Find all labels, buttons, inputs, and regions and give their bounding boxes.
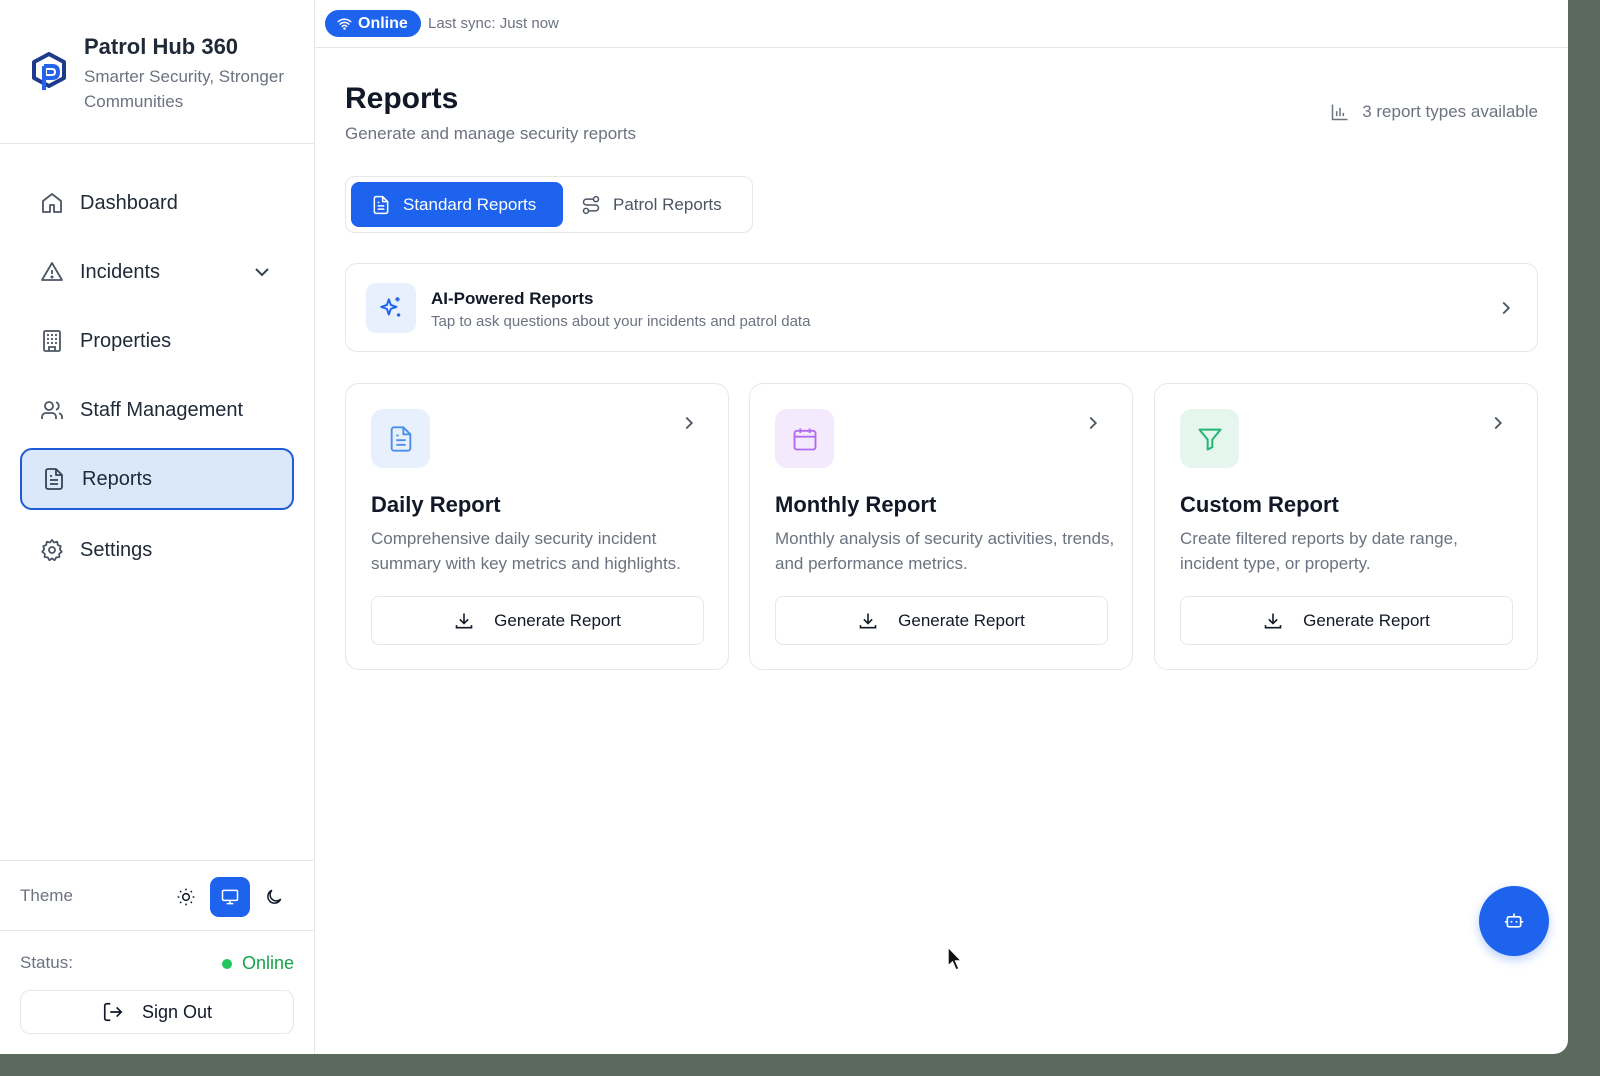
generate-monthly-report-button[interactable]: Generate Report <box>775 596 1108 645</box>
sidebar: Patrol Hub 360 Smarter Security, Stronge… <box>0 0 315 1054</box>
daily-report-card[interactable]: Daily Report Comprehensive daily securit… <box>345 383 729 670</box>
download-icon <box>455 613 473 628</box>
generate-button-label: Generate Report <box>494 610 621 630</box>
file-text-icon <box>42 467 66 491</box>
calendar-icon <box>775 409 834 468</box>
top-bar: Online Last sync: Just now <box>315 0 1568 48</box>
sidebar-item-dashboard[interactable]: Dashboard <box>20 172 294 234</box>
ai-card-subtitle: Tap to ask questions about your incident… <box>431 313 811 330</box>
last-sync-text: Last sync: Just now <box>428 15 559 32</box>
file-text-icon <box>371 409 430 468</box>
home-icon <box>40 191 64 215</box>
sidebar-item-incidents[interactable]: Incidents <box>20 241 294 303</box>
assistant-fab-button[interactable] <box>1479 886 1549 956</box>
card-title: Custom Report <box>1180 492 1339 517</box>
card-title: Monthly Report <box>775 492 937 517</box>
main-content: Reports Generate and manage security rep… <box>315 48 1568 1054</box>
ai-powered-reports-card[interactable]: AI-Powered Reports Tap to ask questions … <box>345 263 1538 352</box>
tab-label: Standard Reports <box>403 194 537 214</box>
download-icon <box>1264 613 1282 628</box>
generate-daily-report-button[interactable]: Generate Report <box>371 596 704 645</box>
generate-button-label: Generate Report <box>1303 610 1430 630</box>
moon-icon <box>267 889 282 904</box>
status-text: Online <box>241 953 294 973</box>
route-icon <box>582 195 600 214</box>
sun-icon <box>177 888 195 906</box>
status-dot <box>221 958 232 969</box>
chevron-right-icon <box>1494 416 1503 430</box>
report-types-count: 3 report types available <box>1330 102 1538 122</box>
bar-chart-icon <box>1331 104 1348 121</box>
custom-report-card[interactable]: Custom Report Create filtered reports by… <box>1154 383 1538 670</box>
users-icon <box>40 398 64 422</box>
sparkles-icon <box>366 283 416 333</box>
log-out-icon <box>103 1002 123 1022</box>
sidebar-item-reports[interactable]: Reports <box>20 448 294 510</box>
page-subtitle: Generate and manage security reports <box>345 124 637 143</box>
app-subtitle: Smarter Security, Stronger Communities <box>84 67 284 111</box>
wifi-icon <box>337 18 352 30</box>
file-text-icon <box>373 195 389 214</box>
card-title: Daily Report <box>371 492 501 517</box>
logo-icon <box>32 52 66 90</box>
theme-dark-button[interactable] <box>254 877 294 917</box>
filter-icon <box>1180 409 1239 468</box>
report-tabs: Standard Reports Patrol Reports <box>345 176 753 233</box>
mouse-cursor-icon <box>947 946 964 971</box>
alert-triangle-icon <box>40 260 64 284</box>
theme-light-button[interactable] <box>166 877 206 917</box>
brand-header: Patrol Hub 360 Smarter Security, Stronge… <box>0 0 314 144</box>
page-title: Reports <box>345 82 459 115</box>
monitor-icon <box>221 889 239 905</box>
online-badge-label: Online <box>358 14 408 32</box>
sidebar-item-label: Incidents <box>80 260 161 283</box>
chevron-down-icon[interactable] <box>250 260 274 284</box>
gear-icon <box>40 538 64 562</box>
sidebar-item-label: Reports <box>82 467 153 490</box>
card-description: Create filtered reports by date range, i… <box>1180 529 1458 573</box>
card-description: Monthly analysis of security activities,… <box>775 529 1115 573</box>
chevron-right-icon <box>685 416 694 430</box>
sign-out-label: Sign Out <box>141 1001 213 1022</box>
sign-out-button[interactable]: Sign Out <box>20 990 294 1034</box>
sidebar-item-label: Settings <box>80 538 153 561</box>
sidebar-item-label: Staff Management <box>80 398 244 421</box>
building-icon <box>40 329 64 353</box>
chevron-right-icon <box>1502 301 1511 315</box>
sidebar-item-staff-management[interactable]: Staff Management <box>20 379 294 441</box>
card-description: Comprehensive daily security incident su… <box>371 529 681 573</box>
app-title: Patrol Hub 360 <box>84 34 239 59</box>
ai-card-title: AI-Powered Reports <box>431 289 594 308</box>
report-types-text: 3 report types available <box>1362 102 1538 121</box>
sidebar-item-label: Properties <box>80 329 172 352</box>
app-window: Patrol Hub 360 Smarter Security, Stronge… <box>0 0 1568 1054</box>
tab-patrol-reports[interactable]: Patrol Reports <box>581 182 722 227</box>
theme-system-button[interactable] <box>210 877 250 917</box>
generate-custom-report-button[interactable]: Generate Report <box>1180 596 1513 645</box>
download-icon <box>859 613 877 628</box>
online-badge: Online <box>325 10 421 37</box>
chevron-right-icon <box>1089 416 1098 430</box>
status-label: Status: <box>20 953 73 972</box>
sidebar-item-properties[interactable]: Properties <box>20 310 294 372</box>
sidebar-item-label: Dashboard <box>80 191 178 214</box>
bot-icon <box>1504 913 1524 928</box>
theme-label: Theme <box>20 886 73 905</box>
generate-button-label: Generate Report <box>898 610 1025 630</box>
tab-standard-reports[interactable]: Standard Reports <box>351 182 563 227</box>
status-value: Online <box>221 953 294 974</box>
tab-label: Patrol Reports <box>613 194 722 214</box>
monthly-report-card[interactable]: Monthly Report Monthly analysis of secur… <box>749 383 1133 670</box>
sidebar-item-settings[interactable]: Settings <box>20 519 294 581</box>
theme-selector: Theme <box>0 860 314 931</box>
